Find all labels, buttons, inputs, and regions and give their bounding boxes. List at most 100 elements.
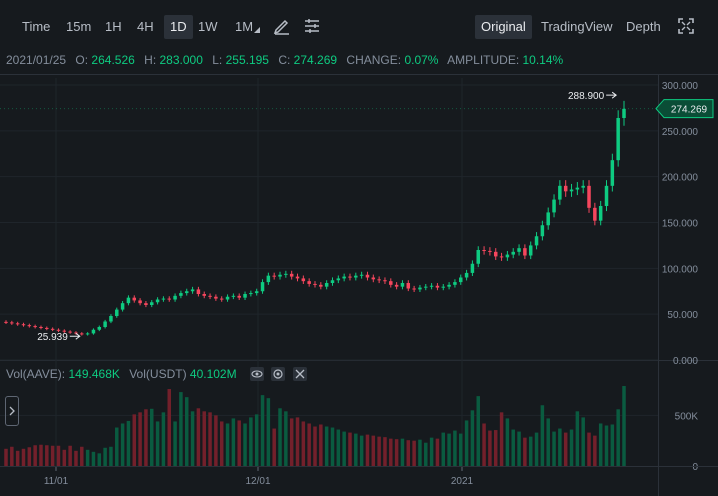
candle-body [109, 316, 113, 322]
low-marker-arrow [69, 332, 81, 340]
close-icon[interactable] [292, 366, 307, 381]
volume-bar [470, 410, 475, 466]
candlestick-chart[interactable]: 300.000 250.000 200.000 150.000 100.000 50.00… [0, 0, 718, 496]
price-tick-label: 250.000 [662, 127, 699, 138]
candle-body [56, 329, 61, 331]
candle-body [383, 280, 387, 282]
candle-body [354, 275, 358, 278]
time-tick-label: 11/01 [44, 476, 69, 487]
candle-body [342, 276, 346, 279]
volume-bar [354, 433, 358, 466]
candle-body [307, 281, 311, 284]
candle-body [21, 324, 26, 326]
volume-bar [225, 423, 230, 466]
volume-bar [610, 424, 615, 466]
price-tick-label: 200.000 [662, 173, 699, 184]
candle-body [249, 293, 253, 295]
volume-bar [464, 420, 469, 466]
volume-bar [371, 435, 376, 466]
candle-body [103, 321, 107, 327]
candle-body [214, 296, 218, 299]
volume-bar [400, 438, 405, 466]
volume-bar [307, 423, 311, 466]
volume-bar [493, 430, 498, 466]
candle-body [365, 274, 370, 278]
current-price-label: 274.269 [671, 105, 708, 116]
volume-bar [155, 421, 160, 466]
volume-bar [604, 425, 609, 466]
volume-usdt-label: Vol(USDT) [129, 367, 187, 381]
candle-body [563, 185, 568, 192]
volume-bar [313, 426, 317, 466]
candle-body [523, 248, 527, 256]
candle-body [173, 295, 177, 300]
candle-body [254, 291, 259, 294]
volume-bar [593, 435, 597, 466]
volume-bar [167, 389, 171, 466]
candle-body [10, 322, 14, 324]
volume-bar [418, 439, 422, 466]
price-tick-label: 100.000 [662, 264, 699, 275]
price-tick-label: 50.000 [667, 310, 698, 321]
volume-bar [33, 445, 37, 466]
candle-body [132, 297, 137, 301]
candle-body [610, 160, 615, 186]
candle-body [447, 284, 451, 287]
volume-bar [412, 440, 416, 466]
candle-body [575, 187, 580, 190]
volume-bar [488, 430, 492, 466]
eye-icon[interactable] [249, 366, 264, 381]
candle-body [68, 331, 72, 333]
chevron-right-icon [9, 406, 15, 416]
volume-bar [528, 436, 533, 466]
candle-body [219, 298, 224, 300]
candle-body [459, 277, 463, 283]
volume-bar [563, 432, 568, 466]
candle-body [202, 294, 206, 296]
volume-bar [523, 437, 527, 466]
candle-body [319, 284, 323, 287]
volume-bar [424, 442, 428, 466]
volume-bar [254, 414, 259, 466]
volume-bar [97, 453, 102, 466]
volume-bar [272, 428, 276, 466]
volume-bar [552, 431, 556, 466]
candle-body [50, 328, 55, 330]
volume-bar [546, 418, 550, 466]
candle-body [587, 185, 591, 208]
volume-bar [359, 435, 364, 466]
volume-bar [56, 445, 61, 466]
volume-bar [558, 428, 562, 466]
volume-bar [126, 420, 131, 466]
candle-body [91, 329, 96, 334]
volume-bar [80, 446, 84, 466]
candle-body [126, 297, 131, 304]
volume-tick-label: 0 [692, 462, 698, 473]
volume-bar [319, 424, 323, 466]
volume-tick-label: 500K [675, 411, 699, 422]
volume-bar [249, 417, 253, 466]
volume-bar [534, 432, 539, 466]
high-marker-label: 288.900 [568, 91, 605, 102]
candle-body [184, 291, 189, 294]
settings-icon[interactable] [271, 366, 286, 381]
candle-body [476, 250, 480, 264]
volume-aave-value: 149.468K [68, 367, 120, 381]
volume-bar [540, 405, 545, 466]
candle-body [499, 256, 504, 258]
candle-body [4, 321, 8, 323]
expand-panel-button[interactable] [5, 396, 19, 426]
candle-body [569, 189, 574, 192]
volume-bar [511, 429, 515, 466]
volume-bar [39, 444, 43, 466]
candle-body [429, 285, 434, 287]
candle-body [295, 276, 300, 279]
candle-body [482, 250, 486, 251]
volume-bar [144, 409, 148, 466]
volume-bar [179, 392, 183, 466]
candle-body [138, 300, 142, 304]
volume-bar [447, 433, 451, 466]
candle-body [190, 289, 195, 292]
volume-bar [453, 430, 457, 466]
candle-body [581, 185, 585, 188]
